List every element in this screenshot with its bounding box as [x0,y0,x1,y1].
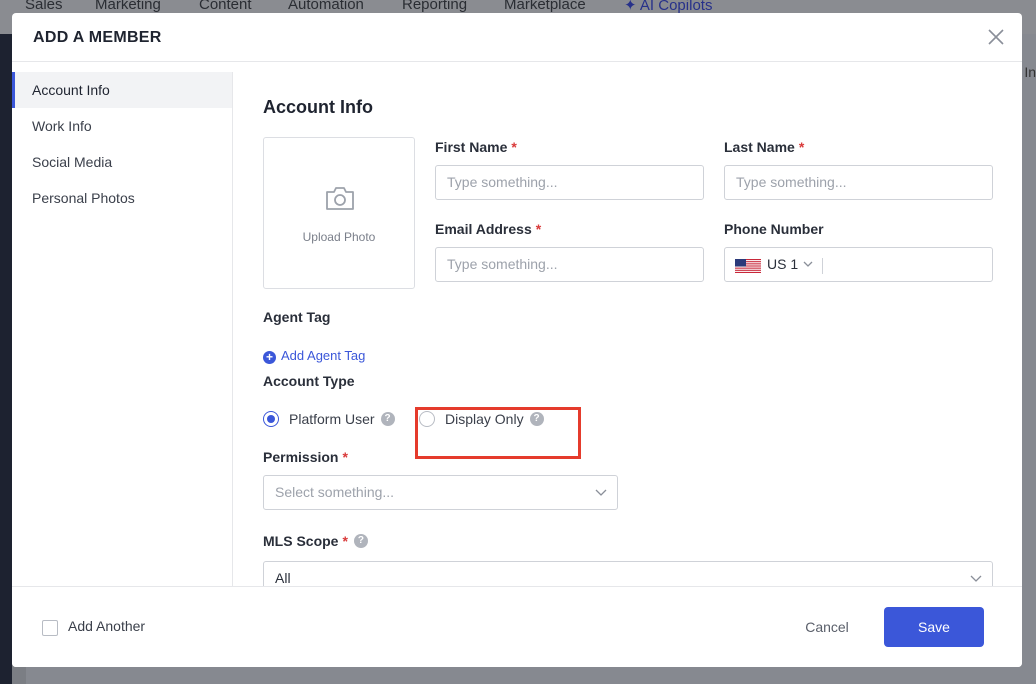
mls-scope-select[interactable]: All [263,561,993,586]
email-input[interactable]: Type something... [435,247,704,282]
modal-header: ADD A MEMBER [12,13,1022,62]
form-content: Account Info Upload Photo First Name * Ty… [233,72,1022,586]
nav-ai-copilots-label: AI Copilots [639,0,713,14]
add-member-modal: ADD A MEMBER Account Info Work Info Soci… [12,13,1022,667]
required-marker: * [511,139,517,155]
upload-photo-button[interactable]: Upload Photo [263,137,415,289]
section-title: Account Info [263,97,373,117]
phone-number-field[interactable]: US 1 [724,247,993,282]
email-label: Email Address * [435,221,541,237]
sidebar-item-social-media[interactable]: Social Media [12,144,232,180]
last-name-label-text: Last Name [724,139,795,155]
required-marker: * [798,139,805,155]
sidebar-item-personal-photos[interactable]: Personal Photos [12,180,232,216]
chevron-down-icon [970,575,982,582]
platform-user-label: Platform User [289,411,375,427]
help-icon[interactable]: ? [353,534,368,548]
nav-marketplace: Marketplace [504,0,586,13]
last-name-label: Last Name * [724,139,804,155]
chevron-down-icon [595,489,607,496]
permission-label: Permission * [263,449,348,465]
help-icon[interactable]: ? [380,412,395,426]
modal-title: ADD A MEMBER [33,29,162,46]
permission-select[interactable]: Select something... [263,475,618,510]
nav-ai-copilots: ✦ AI Copilots [624,0,712,14]
agent-tag-label: Agent Tag [263,309,331,325]
add-agent-tag-label: Add Agent Tag [281,348,366,363]
add-another-label: Add Another [68,618,146,634]
us-flag-icon [735,259,761,273]
add-another-checkbox[interactable] [42,620,58,636]
highlight-box [415,407,581,459]
upload-photo-label: Upload Photo [302,230,376,244]
chevron-down-icon [803,261,813,267]
required-marker: * [342,449,348,465]
sidebar-item-account-info[interactable]: Account Info [12,72,232,108]
add-agent-tag-link[interactable]: + Add Agent Tag [263,348,365,364]
phone-number-label: Phone Number [724,221,824,237]
modal-sidebar: Account Info Work Info Social Media Pers… [12,72,233,586]
permission-label-text: Permission [263,449,339,465]
permission-placeholder: Select something... [275,484,395,500]
close-button[interactable] [986,27,1006,47]
modal-footer: Add Another Cancel Save [12,586,1022,667]
plus-circle-icon: + [263,351,276,364]
mls-scope-label-text: MLS Scope [263,533,339,549]
nav-sales: Sales [25,0,63,13]
required-marker: * [535,221,542,237]
email-label-text: Email Address [435,221,532,237]
camera-icon [326,187,354,210]
account-type-label: Account Type [263,373,355,389]
first-name-input[interactable]: Type something... [435,165,704,200]
nav-marketing: Marketing [95,0,161,13]
radio-button-selected[interactable] [263,411,279,427]
country-code-selector[interactable]: US 1 [767,248,798,281]
nav-content: Content [199,0,252,13]
required-marker: * [342,533,348,549]
cancel-button[interactable]: Cancel [784,607,870,647]
close-icon [988,29,1004,45]
first-name-label: First Name * [435,139,517,155]
phone-divider [822,258,823,274]
first-name-label-text: First Name [435,139,508,155]
background-left-rail [0,34,12,684]
nav-automation: Automation [288,0,364,13]
sidebar-item-work-info[interactable]: Work Info [12,108,232,144]
mls-scope-value: All [275,570,291,586]
last-name-input[interactable]: Type something... [724,165,993,200]
radio-platform-user[interactable]: Platform User ? [263,411,395,427]
nav-reporting: Reporting [402,0,468,13]
save-button[interactable]: Save [884,607,984,647]
mls-scope-label: MLS Scope * ? [263,533,368,549]
